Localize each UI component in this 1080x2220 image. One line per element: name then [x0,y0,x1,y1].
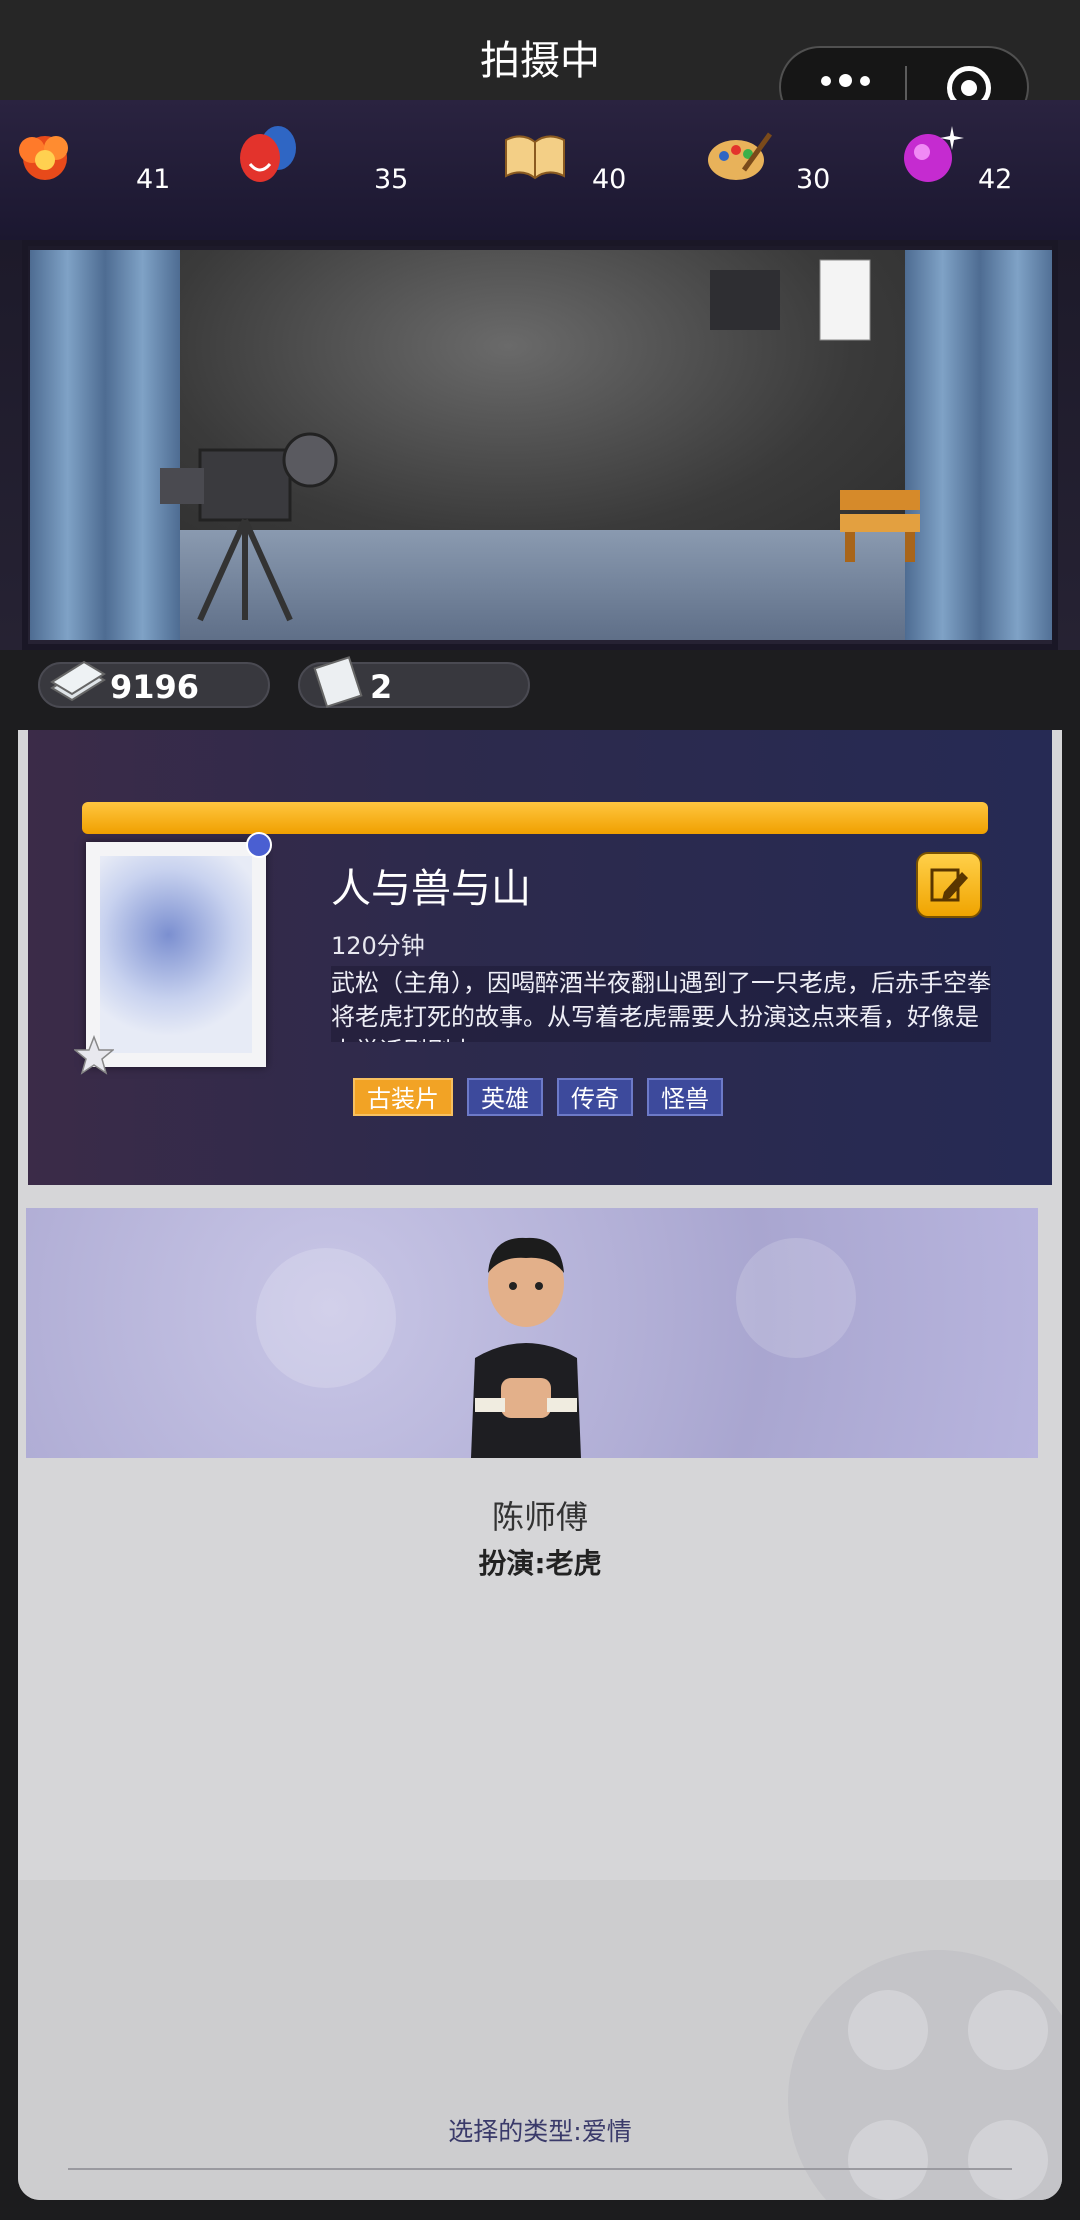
actor-name: 陈师傅 [491,1498,588,1536]
more-menu-button[interactable] [821,74,870,87]
stat-value: 30 [796,164,831,195]
open-book-icon [505,135,565,180]
stat-value: 35 [374,164,409,195]
actor-showcase [26,1208,1038,1458]
stage-frame [22,240,1058,650]
bokeh-light [736,1238,856,1358]
film-reel-icon [788,1950,1062,2200]
money-value: 9196 [110,668,200,706]
genre-tag: 怪兽 [647,1078,723,1116]
script-scroll-icon [313,656,363,708]
bokeh-light [256,1248,396,1388]
actor-avatar[interactable] [461,1228,591,1458]
selected-genre: 选择的类型:爱情 [448,2117,632,2146]
divider [68,2168,1012,2170]
edit-icon [930,868,968,902]
script-counter: 2 [298,656,530,708]
stat-value: 42 [978,164,1013,195]
script-title: 人与兽与山 [331,866,531,912]
edit-script-button[interactable] [916,852,982,918]
stat-value: 40 [592,164,627,195]
genre-tag: 古装片 [353,1078,453,1116]
drama-masks-icon [240,126,296,182]
stat-value: 41 [136,164,171,195]
genre-tag: 传奇 [557,1078,633,1116]
genre-tags: 古装片 英雄 传奇 怪兽 [353,1078,723,1116]
genre-tag: 英雄 [467,1078,543,1116]
filming-panel: 人与兽与山 120分钟 武松（主角），因喝醉酒半夜翻山遇到了一只老虎，后赤手空拳… [18,730,1062,2200]
currency-bar: 9196 2 [0,650,1080,730]
disco-ball-icon [904,126,964,182]
money-counter: 9196 [38,660,270,708]
poster-badge [246,832,272,858]
script-description: 武松（主角），因喝醉酒半夜翻山遇到了一只老虎，后赤手空拳将老虎打死的故事。从写着… [331,966,991,1042]
film-studio-scene [0,240,1080,650]
script-count-value: 2 [370,668,393,706]
actor-role: 扮演:老虎 [478,1547,602,1580]
title-bar: 拍摄中 [0,0,1080,128]
star-icon [74,1035,114,1075]
tiger-artwork [100,856,252,1053]
explosion-icon [19,136,68,180]
script-poster[interactable] [86,832,272,1067]
script-card: 人与兽与山 120分钟 武松（主角），因喝醉酒半夜翻山遇到了一只老虎，后赤手空拳… [28,730,1052,1185]
palette-icon [708,132,773,180]
script-duration: 120分钟 [331,932,425,960]
lower-decoration [18,1880,1062,2200]
attribute-stats-bar: 41 35 40 30 42 [0,100,1080,240]
money-stack-icon [50,660,106,702]
filming-progress-bar [82,802,988,834]
